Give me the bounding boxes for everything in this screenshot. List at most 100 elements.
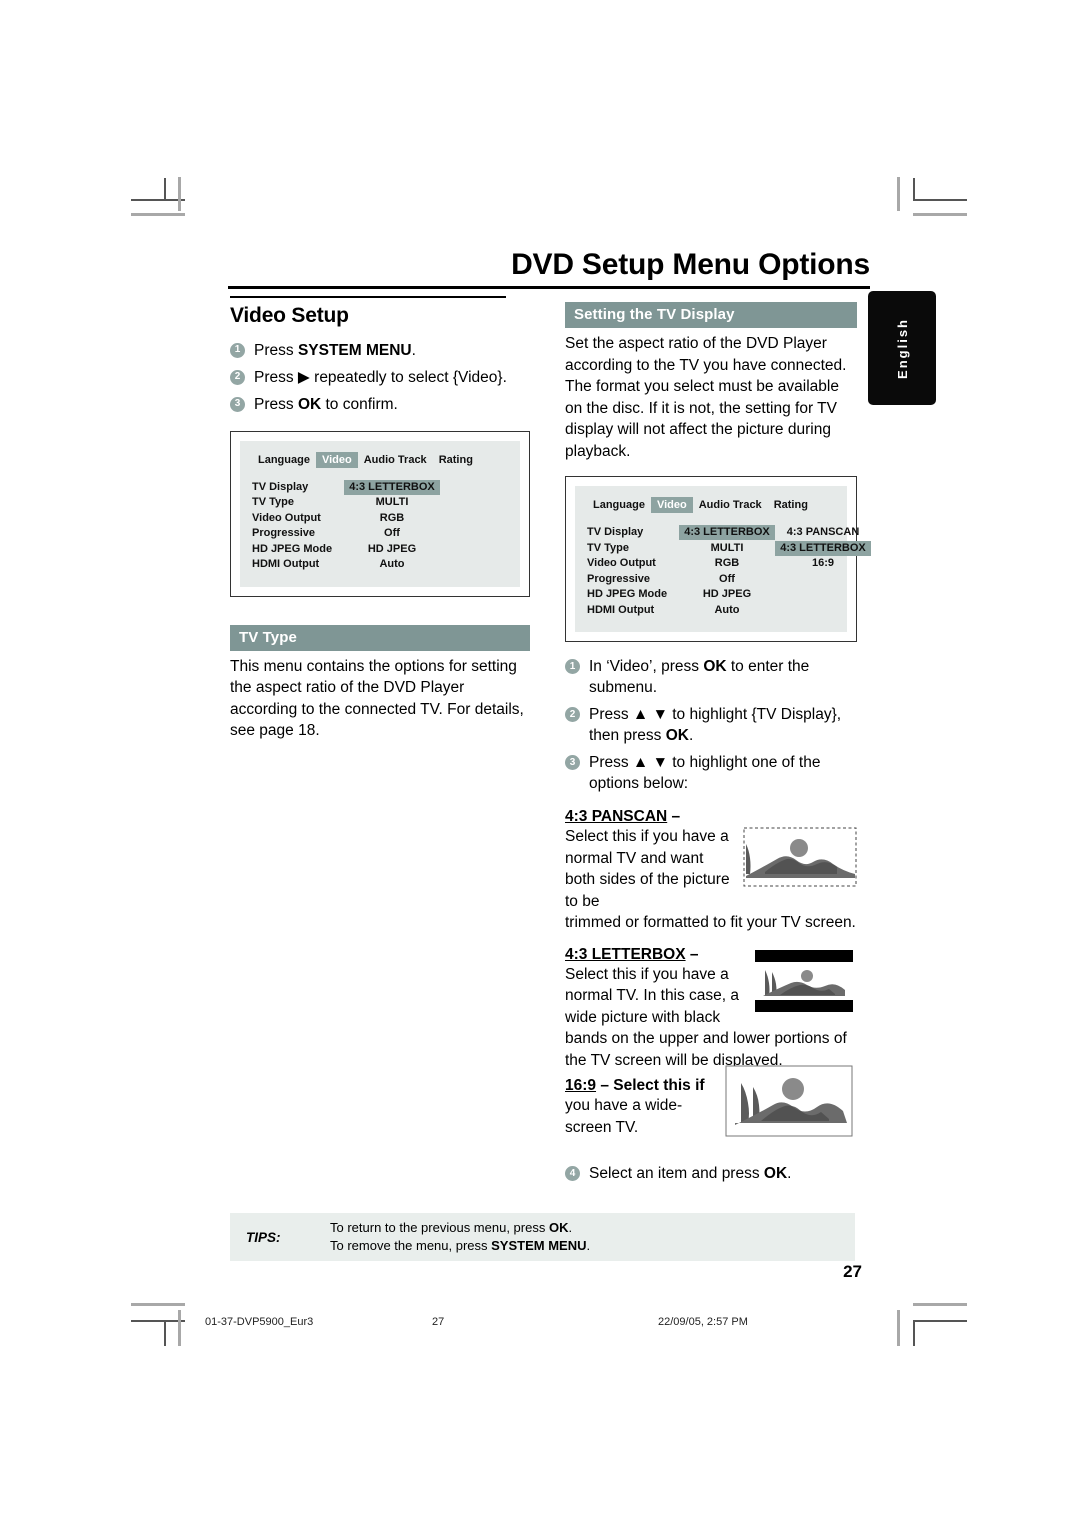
- menu-setting-value[interactable]: Off: [679, 572, 775, 587]
- menu-tab-row: Language Video Audio Track Rating: [587, 497, 835, 513]
- menu-setting-label: Progressive: [587, 572, 650, 585]
- crop-mark-top-left-v: [164, 178, 166, 201]
- menu-setting-row[interactable]: HD JPEG Mode HD JPEG: [587, 587, 835, 603]
- step-item: 3 Press OK to confirm.: [230, 394, 530, 415]
- title-divider: [228, 286, 870, 289]
- menu-tab-language[interactable]: Language: [587, 497, 651, 513]
- step-item: 4 Select an item and press OK.: [565, 1163, 857, 1184]
- crop-mark-top-right-v: [913, 178, 915, 201]
- footer-timestamp: 22/09/05, 2:57 PM: [658, 1316, 748, 1328]
- menu-submenu-option[interactable]: 16:9: [775, 556, 871, 571]
- menu-setting-value[interactable]: HD JPEG: [344, 542, 440, 557]
- menu-setting-value[interactable]: Auto: [344, 557, 440, 572]
- menu-setting-row[interactable]: TV Type MULTI 4:3 LETTERBOX: [587, 540, 871, 557]
- footer-filename: 01-37-DVP5900_Eur3: [205, 1316, 314, 1328]
- step-text: In ‘Video’, press OK to enter the submen…: [589, 658, 810, 696]
- menu-screenshot-tv-display: Language Video Audio Track Rating TV Displa…: [565, 476, 871, 642]
- tv-type-body: This menu contains the options for setti…: [230, 657, 524, 740]
- menu-setting-label: Video Output: [587, 557, 656, 570]
- menu-setting-value[interactable]: RGB: [679, 556, 775, 571]
- menu-setting-row[interactable]: HDMI Output Auto: [252, 557, 508, 573]
- menu-tab-rating[interactable]: Rating: [433, 452, 479, 468]
- menu-setting-row[interactable]: TV Type MULTI: [252, 495, 508, 511]
- language-tab-english: English: [868, 291, 936, 405]
- step-text: Press OK to confirm.: [254, 395, 398, 413]
- menu-setting-value[interactable]: MULTI: [344, 495, 440, 510]
- step-text: Select an item and press OK.: [589, 1165, 792, 1182]
- step-number: 2: [565, 707, 580, 722]
- menu-tab-row: Language Video Audio Track Rating: [252, 451, 508, 468]
- video-setup-rule: [230, 296, 506, 298]
- menu-setting-value[interactable]: Auto: [679, 603, 775, 618]
- option-panscan-wide-text: trimmed or formatted to fit your TV scre…: [565, 914, 856, 931]
- tv-display-steps: 1 In ‘Video’, press OK to enter the subme…: [565, 656, 857, 794]
- tips-label: TIPS:: [246, 1229, 281, 1245]
- menu-setting-row[interactable]: HDMI Output Auto: [587, 603, 835, 619]
- step-number: 4: [565, 1166, 580, 1181]
- letterbox-thumbnail: [755, 949, 853, 1012]
- left-column: Video Setup 1 Press SYSTEM MENU. 2 Press ▶ …: [230, 296, 530, 742]
- tips-box: TIPS: To return to the previous menu, pr…: [230, 1213, 855, 1261]
- menu-setting-label: TV Type: [587, 541, 629, 554]
- menu-setting-label: HD JPEG Mode: [587, 588, 668, 601]
- crop-mark-top-right-bleed: [897, 177, 900, 211]
- menu-tab-audio-track[interactable]: Audio Track: [358, 452, 433, 468]
- tips-lines: To return to the previous menu, press OK…: [330, 1219, 590, 1255]
- menu-setting-value[interactable]: 4:3 LETTERBOX: [344, 479, 440, 495]
- crop-mark-bottom-left-v: [164, 1320, 166, 1346]
- menu-setting-row[interactable]: Progressive Off: [252, 526, 508, 542]
- menu-setting-row[interactable]: Video Output RGB: [252, 511, 508, 527]
- step-text: Press ▲ ▼ to highlight one of the option…: [589, 754, 821, 792]
- menu-setting-row[interactable]: TV Display 4:3 LETTERBOX: [252, 479, 508, 496]
- step-number: 1: [565, 659, 580, 674]
- option-panscan-narrow-text: Select this if you have a normal TV and …: [565, 828, 730, 910]
- option-widescreen-narrow-text: you have a wide-screen TV.: [565, 1097, 683, 1136]
- tv-display-body: Set the aspect ratio of the DVD Player a…: [565, 335, 847, 460]
- menu-setting-row[interactable]: Video Output RGB 16:9: [587, 556, 835, 572]
- tv-display-bar-title: Setting the TV Display: [565, 302, 857, 328]
- crop-mark-top-left-bleed: [178, 177, 181, 211]
- tv-type-bar-title: TV Type: [230, 624, 530, 651]
- menu-tab-video[interactable]: Video: [650, 497, 693, 513]
- widescreen-thumbnail: [725, 1065, 853, 1137]
- menu-tab-audio-track[interactable]: Audio Track: [693, 497, 768, 513]
- crop-mark-top-left-bleed2: [131, 213, 185, 216]
- step-text: Press ▶ repeatedly to select {Video}.: [254, 368, 507, 386]
- menu-submenu-option[interactable]: 4:3 PANSCAN: [775, 525, 871, 540]
- step-number: 3: [230, 396, 245, 412]
- crop-mark-bottom-left-bleed2: [131, 1303, 185, 1306]
- tips-line-1: To return to the previous menu, press OK…: [330, 1220, 573, 1235]
- menu-setting-label: TV Type: [252, 496, 294, 509]
- menu-setting-value[interactable]: Off: [344, 526, 440, 541]
- menu-setting-row[interactable]: TV Display 4:3 LETTERBOX 4:3 PANSCAN: [587, 525, 859, 541]
- menu-tab-rating[interactable]: Rating: [768, 497, 814, 513]
- menu-setting-row[interactable]: HD JPEG Mode HD JPEG: [252, 542, 508, 558]
- menu-setting-label: Progressive: [252, 527, 315, 540]
- menu-rows: TV Display 4:3 LETTERBOX 4:3 PANSCAN TV Typ…: [587, 525, 871, 619]
- crop-mark-bottom-right-v: [913, 1320, 915, 1346]
- crop-mark-top-right-h: [913, 199, 967, 201]
- step-text: Press SYSTEM MENU.: [254, 341, 416, 359]
- menu-setting-value[interactable]: 4:3 LETTERBOX: [679, 525, 775, 541]
- option-panscan-heading: 4:3 PANSCAN –: [565, 808, 681, 825]
- crop-mark-top-left-h: [131, 199, 185, 201]
- menu-rows: TV Display 4:3 LETTERBOX TV Type MULTI Video…: [252, 479, 508, 573]
- menu-screenshot-video: Language Video Audio Track Rating TV Displa…: [230, 430, 530, 597]
- step-item: 1 Press SYSTEM MENU.: [230, 340, 530, 361]
- menu-tab-video[interactable]: Video: [315, 451, 358, 468]
- menu-submenu-option[interactable]: 4:3 LETTERBOX: [775, 540, 871, 556]
- video-setup-steps: 1 Press SYSTEM MENU. 2 Press ▶ repeatedly t…: [230, 340, 530, 415]
- menu-setting-label: HDMI Output: [587, 603, 655, 616]
- final-step: 4 Select an item and press OK.: [565, 1163, 857, 1184]
- crop-mark-bottom-left-h: [131, 1320, 185, 1322]
- menu-setting-value[interactable]: RGB: [344, 511, 440, 526]
- step-item: 3 Press ▲ ▼ to highlight one of the optio…: [565, 752, 857, 794]
- menu-tab-language[interactable]: Language: [252, 452, 316, 468]
- menu-setting-value[interactable]: HD JPEG: [679, 587, 775, 602]
- menu-setting-value[interactable]: MULTI: [679, 541, 775, 556]
- crop-mark-bottom-right-bleed: [897, 1310, 900, 1346]
- menu-setting-row[interactable]: Progressive Off: [587, 572, 835, 588]
- step-item: 2 Press ▲ ▼ to highlight {TV Display}, th…: [565, 704, 857, 746]
- menu-setting-label: HDMI Output: [252, 558, 320, 571]
- option-widescreen-heading: 16:9 – Select this if: [565, 1077, 705, 1094]
